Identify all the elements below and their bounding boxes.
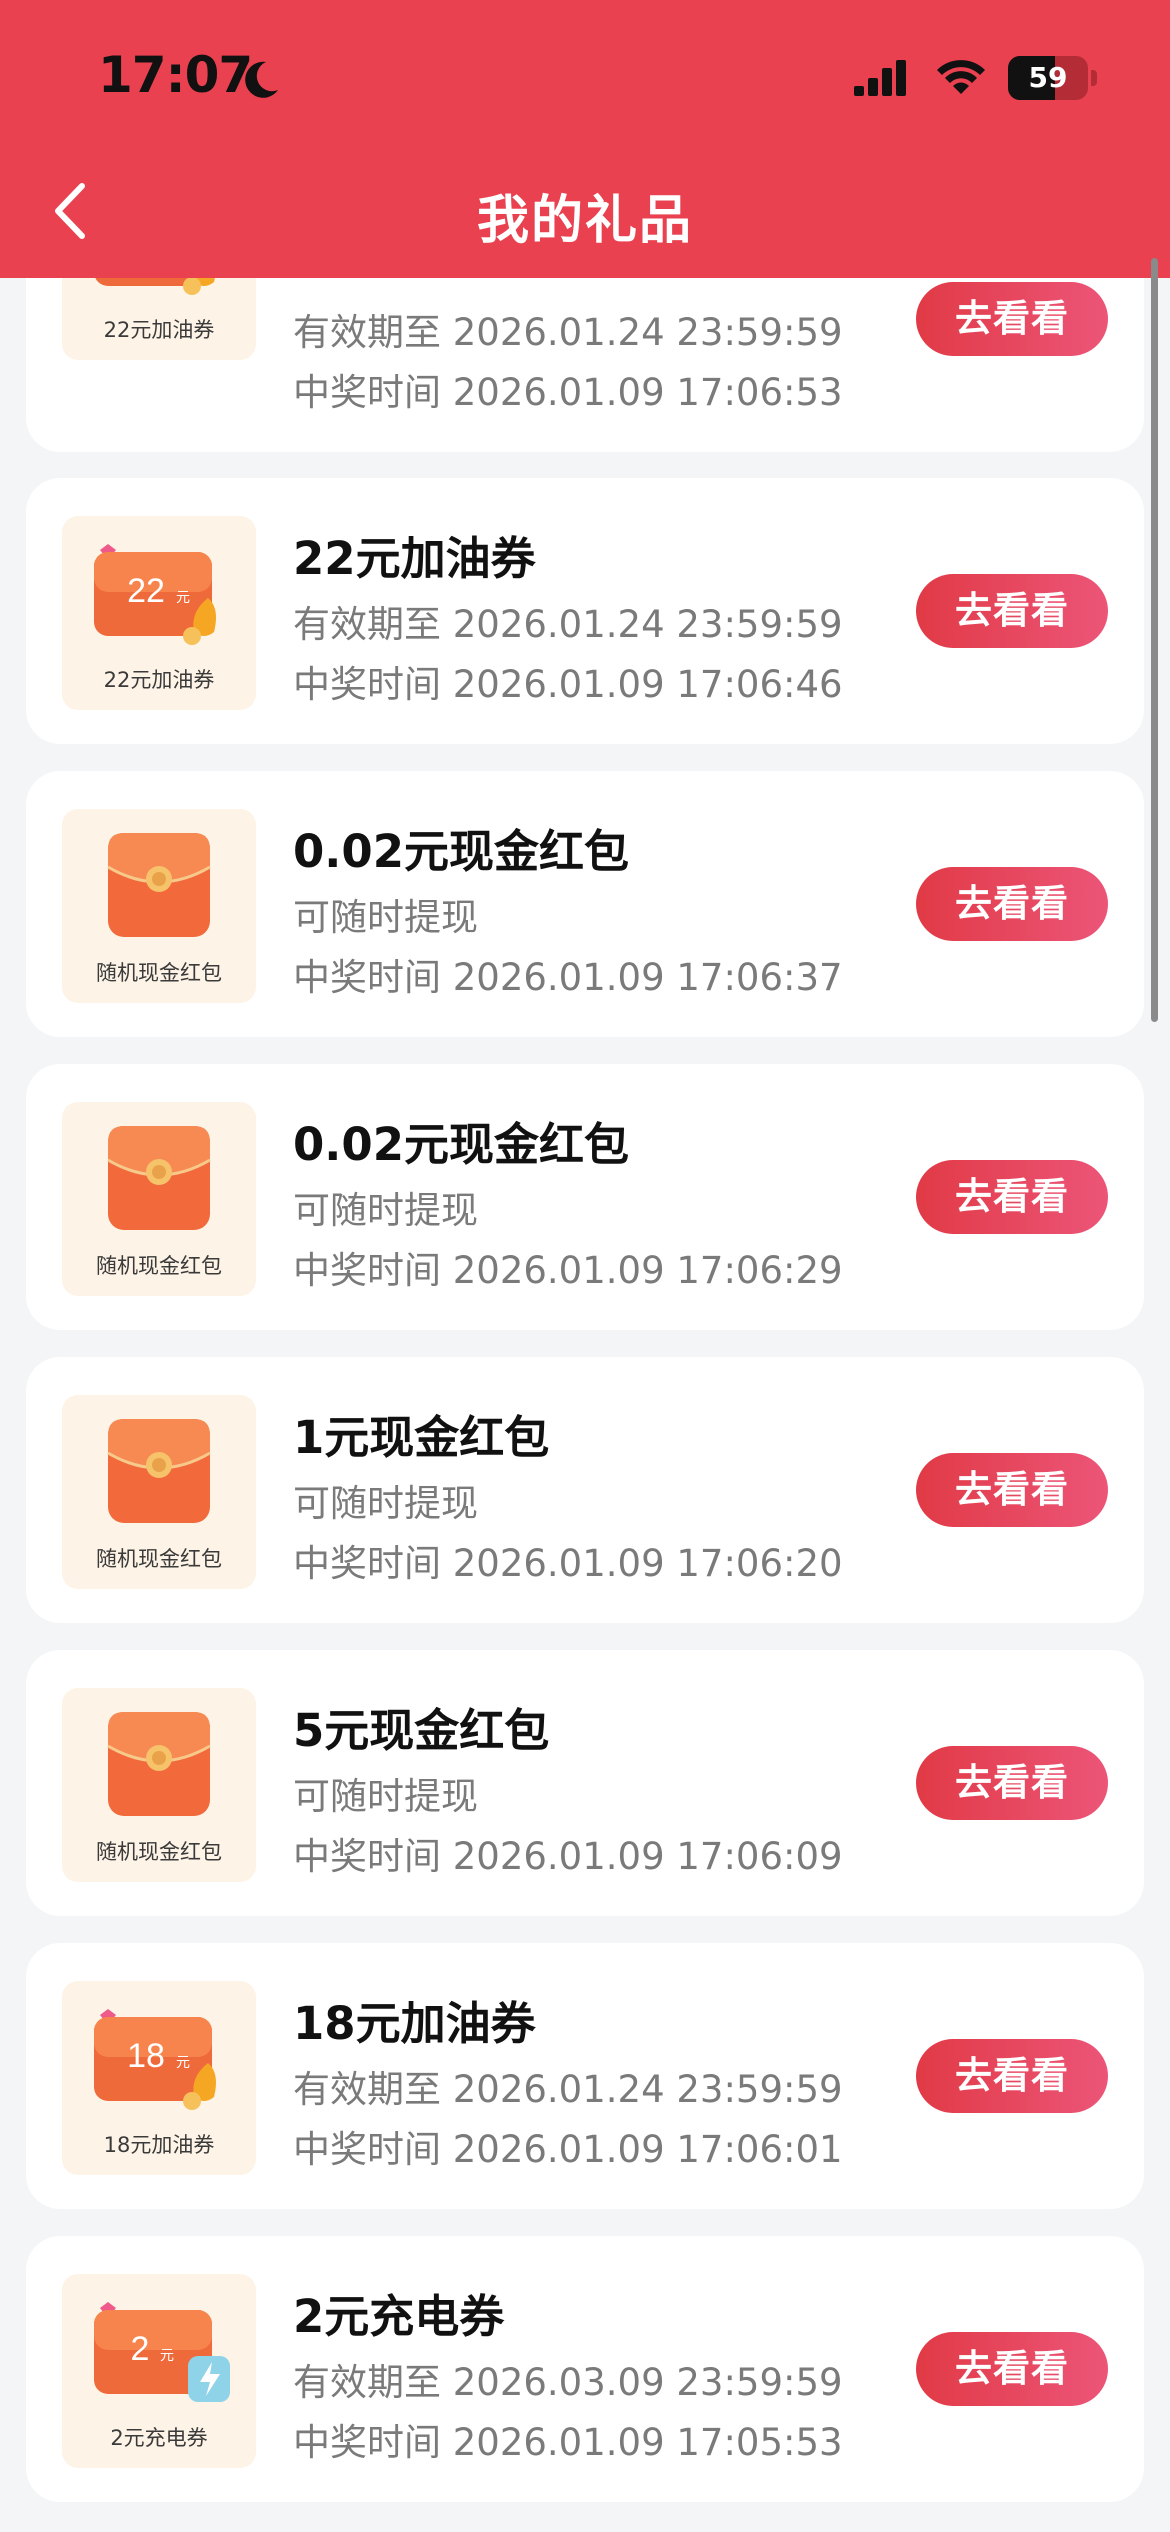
- view-button[interactable]: 去看看: [916, 282, 1108, 356]
- thumb-label: 随机现金红包: [96, 1547, 222, 1571]
- fuel-voucher-icon: 22 元: [94, 544, 216, 645]
- red-envelope-icon: [107, 1712, 211, 1816]
- gift-title: 5元现金红包: [293, 1704, 550, 1757]
- withdraw-text: 可随时提现: [293, 1189, 478, 1232]
- page-title: 我的礼品: [476, 191, 693, 251]
- view-button[interactable]: 去看看: [916, 1160, 1108, 1234]
- battery-level-text: 59: [1028, 61, 1068, 94]
- win-time-text: 中奖时间 2026.01.09 17:06:37: [293, 956, 843, 999]
- view-button[interactable]: 去看看: [916, 1453, 1108, 1527]
- red-envelope-icon: [107, 833, 211, 937]
- win-time-text: 中奖时间 2026.01.09 17:06:20: [293, 1542, 843, 1585]
- moon-icon: [245, 61, 278, 98]
- gift-title: 22元加油券: [293, 532, 536, 585]
- thumb-label: 18元加油券: [103, 2133, 215, 2157]
- expiry-text: 有效期至 2026.01.24 23:59:59: [293, 2068, 843, 2111]
- withdraw-text: 可随时提现: [293, 896, 478, 939]
- view-button[interactable]: 去看看: [916, 574, 1108, 648]
- nav-bar: 我的礼品: [0, 150, 1170, 278]
- win-time-text: 中奖时间 2026.01.09 17:06:53: [293, 371, 843, 414]
- gift-card: 2 元 2元充电券 2元充电券 有效期至 2026.03.09 23:59:59…: [26, 2236, 1144, 2502]
- thumb-label: 随机现金红包: [96, 1840, 222, 1864]
- thumb-label: 2元充电券: [110, 2426, 208, 2450]
- win-time-text: 中奖时间 2026.01.09 17:06:29: [293, 1249, 843, 1292]
- view-button[interactable]: 去看看: [916, 1746, 1108, 1820]
- gift-thumbnail: 随机现金红包: [62, 1102, 256, 1296]
- battery-icon: 59: [1008, 56, 1088, 100]
- view-button[interactable]: 去看看: [916, 867, 1108, 941]
- wifi-icon: [937, 60, 985, 94]
- voucher-unit: 元: [160, 2348, 174, 2364]
- expiry-text: 有效期至 2026.01.24 23:59:59: [293, 311, 843, 354]
- voucher-amount: 2: [131, 2330, 150, 2368]
- gift-thumbnail: 22 元 22元加油券: [62, 516, 256, 710]
- win-time-text: 中奖时间 2026.01.09 17:06:46: [293, 663, 843, 706]
- gift-card: 随机现金红包 0.02元现金红包 可随时提现 中奖时间 2026.01.09 1…: [26, 1064, 1144, 1330]
- voucher-amount: 22: [127, 572, 165, 610]
- gift-title: 18元加油券: [293, 1997, 536, 2050]
- gift-title: 0.02元现金红包: [293, 825, 630, 878]
- withdraw-text: 可随时提现: [293, 1482, 478, 1525]
- status-bar: 17:07 59: [0, 0, 1170, 150]
- gift-card: 随机现金红包 5元现金红包 可随时提现 中奖时间 2026.01.09 17:0…: [26, 1650, 1144, 1916]
- gift-thumbnail: 随机现金红包: [62, 1688, 256, 1882]
- red-envelope-icon: [107, 1419, 211, 1523]
- gift-title: 0.02元现金红包: [293, 1118, 630, 1171]
- status-time: 17:07: [98, 46, 253, 104]
- win-time-text: 中奖时间 2026.01.09 17:06:01: [293, 2128, 843, 2171]
- view-button[interactable]: 去看看: [916, 2332, 1108, 2406]
- charging-voucher-icon: 2 元: [94, 2302, 230, 2402]
- scrollbar[interactable]: [1151, 258, 1158, 1022]
- withdraw-text: 可随时提现: [293, 1775, 478, 1818]
- gift-thumbnail: 随机现金红包: [62, 809, 256, 1003]
- fuel-voucher-icon: 18 元: [94, 2009, 216, 2110]
- expiry-text: 有效期至 2026.01.24 23:59:59: [293, 603, 843, 646]
- gift-card: 随机现金红包 1元现金红包 可随时提现 中奖时间 2026.01.09 17:0…: [26, 1357, 1144, 1623]
- thumb-label: 22元加油券: [103, 668, 215, 692]
- win-time-text: 中奖时间 2026.01.09 17:05:53: [293, 2421, 843, 2464]
- gift-thumbnail: 18 元 18元加油券: [62, 1981, 256, 2175]
- gift-card: 22 元 22元加油券 22元加油券 有效期至 2026.01.24 23:59…: [26, 478, 1144, 744]
- gift-card: 随机现金红包 0.02元现金红包 可随时提现 中奖时间 2026.01.09 1…: [26, 771, 1144, 1037]
- gift-title: 1元现金红包: [293, 1411, 550, 1464]
- cellular-signal-icon: [854, 60, 906, 96]
- gift-thumbnail: 2 元 2元充电券: [62, 2274, 256, 2468]
- gift-title: 2元充电券: [293, 2290, 505, 2343]
- battery-cap: [1091, 70, 1097, 86]
- view-button[interactable]: 去看看: [916, 2039, 1108, 2113]
- thumb-label: 随机现金红包: [96, 961, 222, 985]
- app-header: 17:07 59 我的礼品: [0, 0, 1170, 278]
- thumb-label: 22元加油券: [103, 318, 215, 342]
- red-envelope-icon: [107, 1126, 211, 1230]
- gift-card: 18 元 18元加油券 18元加油券 有效期至 2026.01.24 23:59…: [26, 1943, 1144, 2209]
- gift-list[interactable]: 22 元 22元加油券 有效期至 2026.01.24 23:59:59 中奖时…: [0, 0, 1170, 2532]
- win-time-text: 中奖时间 2026.01.09 17:06:09: [293, 1835, 843, 1878]
- thumb-label: 随机现金红包: [96, 1254, 222, 1278]
- expiry-text: 有效期至 2026.03.09 23:59:59: [293, 2361, 843, 2404]
- voucher-unit: 元: [176, 2055, 190, 2071]
- voucher-amount: 18: [127, 2037, 165, 2075]
- gift-thumbnail: 随机现金红包: [62, 1395, 256, 1589]
- voucher-unit: 元: [176, 590, 190, 606]
